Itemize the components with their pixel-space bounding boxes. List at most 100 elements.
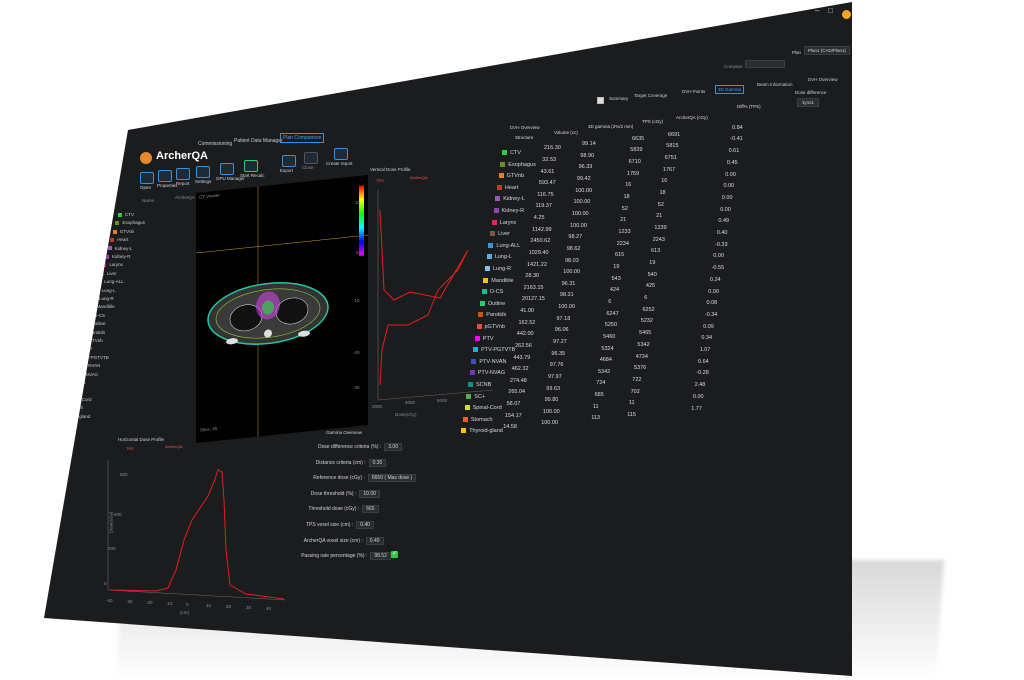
structure-tree-item[interactable]: Kidney-L bbox=[107, 246, 132, 251]
structure-tree-item[interactable]: Lung-ALL bbox=[97, 279, 124, 284]
structure-color-swatch bbox=[488, 242, 494, 248]
structure-tree-item[interactable]: O-CS bbox=[86, 313, 105, 318]
tab-dvh-overview[interactable]: DVH Overview bbox=[806, 76, 840, 83]
structure-tree-item[interactable]: SCNB bbox=[66, 380, 86, 385]
plan-dropdown[interactable]: Plan1 (CAD/Plan1) bbox=[804, 46, 851, 55]
structure-color-swatch bbox=[483, 277, 489, 283]
dvh-cell-vol: 274.48 bbox=[510, 377, 527, 384]
dvh-row-structure[interactable]: PTV-NVAG bbox=[469, 370, 505, 379]
gamma-row-value[interactable]: 0.30 bbox=[368, 458, 387, 467]
h-xtick-9: 40 bbox=[266, 606, 272, 611]
dvh-row-structure[interactable]: GTVnb bbox=[498, 173, 524, 182]
structure-color-swatch bbox=[66, 380, 70, 385]
tab-dvh-points[interactable]: DVH Points bbox=[680, 88, 707, 95]
user-avatar[interactable] bbox=[842, 10, 851, 19]
gamma-row-value[interactable]: 0.40 bbox=[365, 536, 384, 545]
structure-tree-item[interactable]: Parotids bbox=[81, 330, 105, 335]
settings-button[interactable] bbox=[196, 166, 210, 178]
dvh-cell-aq: 1239 bbox=[654, 225, 667, 232]
dvh-row-structure[interactable]: Mandible bbox=[483, 277, 514, 287]
structure-tree-item[interactable]: pGTVnb bbox=[79, 338, 103, 343]
menu-commissioning[interactable]: Commissioning bbox=[196, 140, 234, 148]
structure-name: PTV bbox=[83, 346, 93, 352]
dvh-row-structure[interactable]: Heart bbox=[496, 185, 518, 194]
structure-color-swatch bbox=[500, 161, 506, 167]
structure-tree-item[interactable]: Stomach bbox=[58, 405, 83, 410]
dvh-row-structure[interactable]: Stomach bbox=[462, 417, 493, 426]
structure-tree-item[interactable]: Esophagus bbox=[115, 220, 145, 225]
dvh-row-structure[interactable]: Parotids bbox=[478, 312, 506, 321]
menu-plan-comparison[interactable]: Plan Comparison bbox=[280, 133, 325, 143]
gamma-row-value[interactable]: 0.40 bbox=[356, 521, 374, 529]
start-recalc-button[interactable] bbox=[244, 160, 258, 172]
tab-target-coverage[interactable]: Target Coverage bbox=[632, 92, 669, 99]
gamma-row-value[interactable]: 665 bbox=[362, 505, 379, 514]
structure-tree-item[interactable]: CTV bbox=[118, 212, 134, 217]
create-report-label: Create report bbox=[326, 161, 353, 166]
ct-viewer[interactable]: CT Viewer Slice: 45 bbox=[196, 174, 368, 444]
dvh-row-structure[interactable]: Spinal-Cord bbox=[464, 405, 502, 414]
dvh-row-structure[interactable]: pGTVnb bbox=[476, 324, 505, 333]
dose-diff-dropdown[interactable]: 3y1s1 bbox=[797, 98, 820, 107]
structure-tree-item[interactable]: Lung-R bbox=[92, 296, 114, 301]
dvh-cell-diff: 0.00 bbox=[713, 253, 725, 260]
dvh-row-structure[interactable]: Kidney-L bbox=[495, 196, 525, 205]
tab-3d-gamma[interactable]: 3D Gamma bbox=[715, 85, 745, 94]
dvh-row-structure[interactable]: Lung-L bbox=[486, 254, 512, 263]
gamma-row-label: Dose threshold (%) : bbox=[310, 490, 357, 497]
dvh-row-structure[interactable]: SCNB bbox=[468, 382, 491, 391]
structure-tree-item[interactable]: PTV-NVAN bbox=[71, 363, 100, 368]
dvh-cell-aq: 115 bbox=[627, 411, 636, 418]
dvh-row-structure[interactable]: PTV-NVAN bbox=[471, 359, 507, 368]
dvh-row-structure[interactable]: O-CS bbox=[481, 289, 503, 298]
minimize-icon[interactable]: – bbox=[815, 6, 819, 15]
structure-tree-item[interactable]: Mandible bbox=[89, 304, 115, 310]
create-report-button[interactable] bbox=[334, 148, 348, 160]
dvh-row-structure[interactable]: Outline bbox=[479, 301, 505, 310]
dvh-row-structure[interactable]: PTV bbox=[474, 336, 494, 345]
structure-tree-item[interactable]: Thyroid-gland bbox=[55, 414, 90, 419]
structure-tree-item[interactable]: PTV-NVAG bbox=[68, 371, 99, 377]
structure-tree-item[interactable]: Larynx bbox=[102, 262, 123, 267]
structure-tree-item[interactable]: PTV-PGTVTB bbox=[73, 355, 109, 360]
dvh-row-structure[interactable]: SC+ bbox=[466, 394, 485, 403]
gpu-manager-button[interactable] bbox=[220, 163, 234, 175]
gamma-row-value[interactable]: 10.00 bbox=[359, 489, 380, 498]
structure-tree-item[interactable]: Kidney-R bbox=[105, 254, 131, 259]
dvh-row-structure[interactable]: CTV bbox=[502, 150, 521, 159]
structure-tree-item[interactable]: Spinal-Cord bbox=[60, 397, 92, 402]
close-button[interactable] bbox=[304, 152, 318, 164]
summary-checkbox[interactable] bbox=[597, 97, 604, 104]
dvh-row-structure[interactable]: Thyroid-gland bbox=[461, 428, 503, 437]
structure-tree-item[interactable]: Outline bbox=[84, 321, 105, 326]
gamma-row-value[interactable]: 98.52 bbox=[370, 552, 391, 561]
export-button[interactable] bbox=[282, 155, 296, 167]
structure-name: PTV-NVAG bbox=[75, 371, 99, 377]
dvh-cell-diff: 0.09 bbox=[703, 323, 714, 330]
app-surface: ArcherQA – □ Commissioning Patient Data … bbox=[44, 2, 852, 676]
dvh-row-structure[interactable]: Larynx bbox=[491, 220, 516, 229]
structure-tree-item[interactable]: Heart bbox=[110, 237, 128, 242]
structure-name: Mandible bbox=[96, 304, 115, 310]
dvh-row-structure[interactable]: Lung-R bbox=[485, 266, 511, 275]
dvh-cell-vol: 442.00 bbox=[516, 331, 534, 338]
structure-tree-item[interactable]: GTVnb bbox=[112, 229, 134, 234]
report-button[interactable] bbox=[176, 168, 190, 180]
dvh-row-structure[interactable]: Lung-ALL bbox=[488, 243, 520, 252]
gamma-row-value[interactable]: 6650 ( Max dose ) bbox=[367, 474, 417, 483]
tab-beam-information[interactable]: Beam Information bbox=[755, 81, 795, 88]
structure-tree-item[interactable]: Lung-L bbox=[94, 288, 116, 293]
menu-patient-data[interactable]: Patient Data Manager bbox=[232, 137, 285, 145]
dvh-row-structure[interactable]: Liver bbox=[490, 231, 510, 240]
gamma-row-value[interactable]: 3.00 bbox=[384, 443, 402, 451]
structure-tree-item[interactable]: PTV bbox=[76, 346, 92, 351]
properties-button[interactable] bbox=[158, 170, 172, 182]
dvh-row-structure[interactable]: Kidney-R bbox=[493, 208, 524, 217]
dvh-row-structure[interactable]: PTV-PGTVTB bbox=[473, 347, 515, 356]
dvh-row-structure[interactable]: Esophagus bbox=[500, 162, 536, 171]
open-button[interactable] bbox=[140, 172, 154, 184]
structure-tree-item[interactable]: Liver bbox=[99, 271, 117, 276]
structure-tree-item[interactable]: SC+ bbox=[63, 388, 79, 393]
compare-dropdown[interactable] bbox=[745, 60, 785, 68]
maximize-icon[interactable]: □ bbox=[828, 6, 833, 15]
